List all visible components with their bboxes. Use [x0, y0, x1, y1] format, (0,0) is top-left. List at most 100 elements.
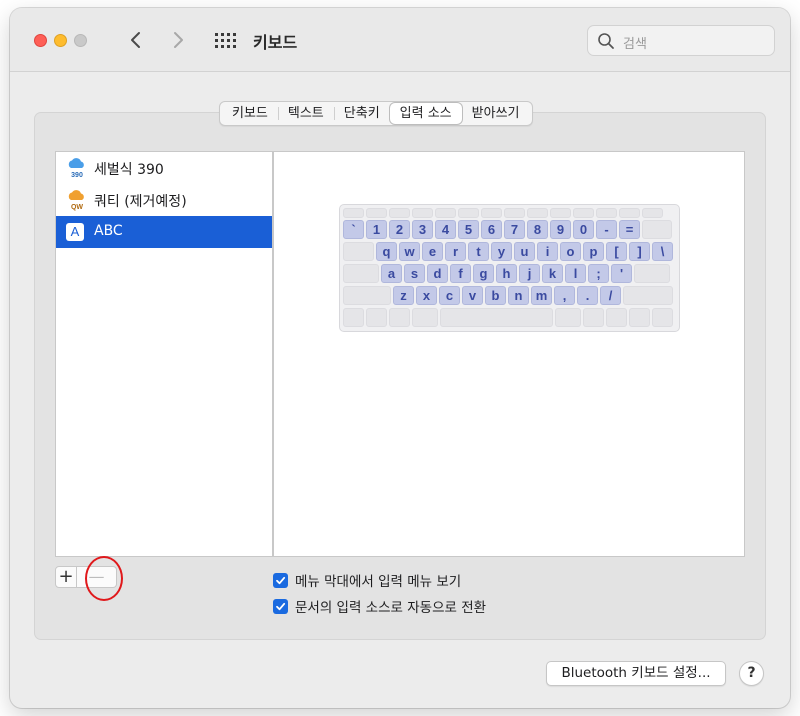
key-cap: 0	[573, 220, 594, 239]
blank-key	[343, 286, 391, 305]
key-cap: l	[565, 264, 586, 283]
key-cap: i	[537, 242, 558, 261]
show-all-button[interactable]	[214, 31, 236, 49]
key-cap: k	[542, 264, 563, 283]
key-cap: 7	[504, 220, 525, 239]
remove-input-source-button[interactable]: —	[77, 566, 117, 588]
input-source-list: 390 세벌식 390 QW 쿼티 (제거예정) A ABC	[55, 151, 273, 557]
blank-key	[642, 220, 672, 239]
key-cap: t	[468, 242, 489, 261]
keyboard-layout-preview: ` 1 2 3 4 5 6 7 8 9 0- = q w e r t y u i o p[] \ a s d f g h j k l; ' …	[339, 204, 680, 332]
space-key-row	[343, 308, 673, 327]
key-cap: ,	[554, 286, 575, 305]
cloud-390-icon: 390	[68, 158, 84, 179]
search-placeholder: 검색	[623, 37, 647, 52]
chevron-left-icon	[131, 32, 140, 48]
key-cap: b	[485, 286, 506, 305]
key-cap: z	[393, 286, 414, 305]
key-cap: h	[496, 264, 517, 283]
chevron-right-icon	[174, 32, 183, 48]
key-cap: s	[404, 264, 425, 283]
key-cap: 5	[458, 220, 479, 239]
key-cap: /	[600, 286, 621, 305]
checkbox-label: 문서의 입력 소스로 자동으로 전환	[295, 600, 487, 616]
checkbox-checked[interactable]	[273, 598, 288, 614]
key-cap: ]	[629, 242, 650, 261]
tab-dictation[interactable]: 받아쓰기	[462, 103, 530, 124]
search-icon	[598, 33, 614, 49]
list-item-label: ABC	[94, 223, 123, 239]
checkbox-label: 메뉴 막대에서 입력 메뉴 보기	[295, 574, 462, 590]
top-letter-row: q w e r t y u i o p[] \	[343, 242, 673, 261]
blank-key	[343, 242, 374, 261]
blank-key	[343, 264, 379, 283]
key-cap: j	[519, 264, 540, 283]
key-cap: g	[473, 264, 494, 283]
bluetooth-keyboard-setup-button[interactable]: Bluetooth 키보드 설정...	[546, 661, 726, 686]
tab-input-sources[interactable]: 입력 소스	[389, 103, 462, 124]
key-cap: x	[416, 286, 437, 305]
minimize-button[interactable]	[54, 34, 67, 47]
key-cap: f	[450, 264, 471, 283]
keyboard-preferences-window: 키보드 검색 키보드 텍스트 단축키 입력 소스 받아쓰기 390 세벌식 39…	[10, 8, 790, 708]
key-cap: 8	[527, 220, 548, 239]
key-cap: \	[652, 242, 673, 261]
checkmark-icon	[276, 576, 286, 584]
key-cap: [	[606, 242, 627, 261]
key-cap: 9	[550, 220, 571, 239]
window-title: 키보드	[253, 33, 298, 52]
grid-icon	[215, 33, 236, 48]
key-cap: '	[611, 264, 632, 283]
key-cap: o	[560, 242, 581, 261]
key-cap: p	[583, 242, 604, 261]
keyboard-preview-panel: ` 1 2 3 4 5 6 7 8 9 0- = q w e r t y u i o p[] \ a s d f g h j k l; ' …	[273, 151, 745, 557]
zoom-button[interactable]	[74, 34, 87, 47]
key-cap: q	[376, 242, 397, 261]
titlebar: 키보드 검색	[10, 8, 790, 72]
show-input-menu-checkbox[interactable]: 메뉴 막대에서 입력 메뉴 보기	[273, 570, 461, 590]
abc-icon: A	[66, 223, 84, 241]
auto-switch-source-checkbox[interactable]: 문서의 입력 소스로 자동으로 전환	[273, 596, 486, 616]
key-cap: c	[439, 286, 460, 305]
list-item-label: 세벌식 390	[94, 162, 164, 178]
back-button[interactable]	[124, 26, 148, 54]
function-key-row	[343, 208, 663, 218]
close-button[interactable]	[34, 34, 47, 47]
checkmark-icon	[276, 602, 286, 610]
key-cap: r	[445, 242, 466, 261]
tab-text[interactable]: 텍스트	[277, 103, 334, 124]
cloud-qw-icon-text: QW	[71, 204, 83, 211]
key-cap: ;	[588, 264, 609, 283]
tab-shortcuts[interactable]: 단축키	[333, 103, 390, 124]
key-cap: a	[381, 264, 402, 283]
key-cap: y	[491, 242, 512, 261]
blank-key	[623, 286, 673, 305]
checkbox-checked[interactable]	[273, 572, 288, 588]
key-cap: 4	[435, 220, 456, 239]
key-cap: 1	[366, 220, 387, 239]
key-cap: .	[577, 286, 598, 305]
key-cap: u	[514, 242, 535, 261]
forward-button[interactable]	[166, 26, 190, 54]
list-item-qwerty[interactable]: QW 쿼티 (제거예정)	[56, 184, 272, 216]
key-cap: -	[596, 220, 617, 239]
cloud-390-icon-text: 390	[71, 172, 83, 179]
tab-keyboard[interactable]: 키보드	[222, 103, 278, 124]
key-cap: 6	[481, 220, 502, 239]
key-cap: `	[343, 220, 364, 239]
key-cap: n	[508, 286, 529, 305]
search-field[interactable]: 검색	[587, 25, 775, 56]
help-button[interactable]: ?	[739, 661, 764, 686]
list-item-label: 쿼티 (제거예정)	[94, 194, 187, 210]
key-cap: 3	[412, 220, 433, 239]
home-letter-row: a s d f g h j k l; '	[343, 264, 670, 283]
key-cap: d	[427, 264, 448, 283]
number-key-row: ` 1 2 3 4 5 6 7 8 9 0- =	[343, 220, 672, 239]
list-item-sebeolsik-390[interactable]: 390 세벌식 390	[56, 152, 272, 184]
list-item-abc[interactable]: A ABC	[56, 216, 272, 248]
key-cap: w	[399, 242, 420, 261]
add-input-source-button[interactable]: +	[55, 566, 77, 588]
tab-bar: 키보드 텍스트 단축키 입력 소스 받아쓰기	[219, 101, 533, 126]
bottom-letter-row: z x c v b n m,. /	[343, 286, 673, 305]
cloud-qw-icon: QW	[68, 190, 84, 211]
